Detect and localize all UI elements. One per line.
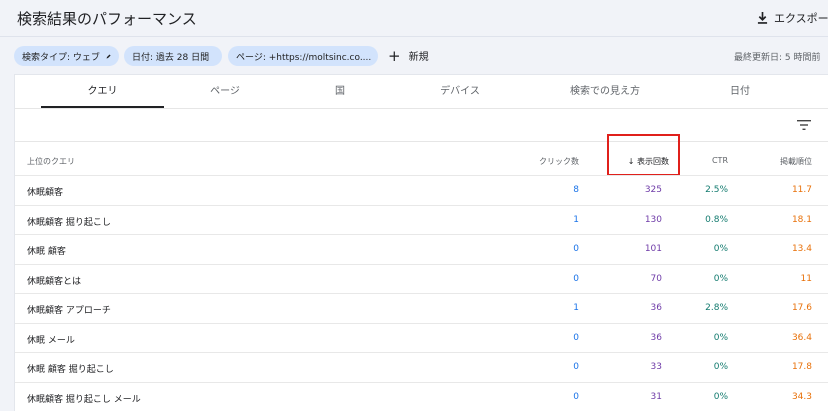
chip-label: 検索タイプ: ウェブ — [22, 50, 100, 63]
query-cell: 休眠顧客 アプローチ — [27, 303, 111, 316]
ctr-cell: 0% — [714, 333, 728, 343]
position-cell: 11 — [801, 274, 812, 284]
filter-chip-search-type[interactable]: 検索タイプ: ウェブ — [14, 46, 119, 66]
column-header-position[interactable]: 掲載順位 — [780, 156, 812, 167]
column-header-query[interactable]: 上位のクエリ — [27, 156, 75, 167]
tab-countries[interactable]: 国 — [315, 82, 365, 97]
page-title: 検索結果のパフォーマンス — [17, 8, 197, 29]
query-cell: 休眠顧客 — [27, 185, 63, 198]
query-cell: 休眠顧客 掘り起こし メール — [27, 392, 141, 405]
table-row[interactable]: 休眠顧客 アプローチ 1 36 2.8% 17.6 — [15, 293, 828, 323]
add-filter-label: 新規 — [409, 48, 429, 63]
results-card: クエリ ページ 国 デバイス 検索での見え方 日付 上位のクエリ クリック数 ↓… — [14, 74, 828, 411]
query-cell: 休眠顧客 掘り起こし — [27, 215, 111, 228]
export-button[interactable]: エクスポート — [757, 10, 828, 26]
position-cell: 13.4 — [792, 244, 812, 254]
ctr-cell: 2.5% — [705, 185, 728, 195]
table-row[interactable]: 休眠 顧客 掘り起こし 0 33 0% 17.8 — [15, 352, 828, 382]
query-cell: 休眠顧客とは — [27, 274, 81, 287]
tab-search-appearance[interactable]: 検索での見え方 — [555, 82, 655, 97]
table-row[interactable]: 休眠顧客 8 325 2.5% 11.7 — [15, 175, 828, 205]
ctr-cell: 0% — [714, 244, 728, 254]
position-cell: 17.8 — [792, 362, 812, 372]
clicks-cell: 0 — [573, 362, 579, 372]
impressions-cell: 130 — [645, 215, 662, 225]
clicks-cell: 0 — [573, 274, 579, 284]
query-cell: 休眠 メール — [27, 333, 75, 346]
ctr-cell: 0% — [714, 274, 728, 284]
clicks-cell: 0 — [573, 333, 579, 343]
filter-chip-date[interactable]: 日付: 過去 28 日間 — [124, 46, 222, 66]
table-row[interactable]: 休眠 顧客 0 101 0% 13.4 — [15, 234, 828, 264]
tab-pages[interactable]: ページ — [175, 82, 275, 97]
filter-rows-icon[interactable] — [797, 120, 811, 130]
tab-queries[interactable]: クエリ — [41, 82, 164, 97]
impressions-cell: 70 — [651, 274, 662, 284]
export-label: エクスポート — [774, 10, 828, 26]
clicks-cell: 1 — [573, 215, 579, 225]
filter-chip-page[interactable]: ページ: +https://moltsinc.co.... — [228, 46, 378, 66]
ctr-cell: 0% — [714, 362, 728, 372]
plus-icon: + — [388, 50, 401, 62]
position-cell: 11.7 — [792, 185, 812, 195]
download-icon — [757, 12, 768, 24]
table-row[interactable]: 休眠顧客 掘り起こし 1 130 0.8% 18.1 — [15, 205, 828, 235]
header-divider — [0, 36, 828, 37]
tab-devices[interactable]: デバイス — [420, 82, 500, 97]
tabs-divider — [15, 108, 828, 109]
position-cell: 34.3 — [792, 392, 812, 402]
pencil-icon[interactable] — [106, 52, 111, 61]
clicks-cell: 0 — [573, 392, 579, 402]
position-cell: 36.4 — [792, 333, 812, 343]
clicks-cell: 0 — [573, 244, 579, 254]
table-row[interactable]: 休眠顧客 掘り起こし メール 0 31 0% 34.3 — [15, 382, 828, 411]
query-cell: 休眠 顧客 掘り起こし — [27, 362, 114, 375]
last-updated: 最終更新日: 5 時間前 — [734, 50, 820, 63]
table-row[interactable]: 休眠顧客とは 0 70 0% 11 — [15, 264, 828, 294]
table-top-divider — [15, 141, 828, 142]
ctr-cell: 0.8% — [705, 215, 728, 225]
impressions-cell: 33 — [651, 362, 662, 372]
position-cell: 18.1 — [792, 215, 812, 225]
column-header-ctr[interactable]: CTR — [712, 156, 728, 165]
impressions-cell: 101 — [645, 244, 662, 254]
ctr-cell: 0% — [714, 392, 728, 402]
add-filter-button[interactable]: + 新規 — [388, 48, 429, 63]
results-table-body: 休眠顧客83252.5%11.7 休眠顧客 掘り起こし11300.8%18.1 … — [15, 175, 828, 411]
table-row[interactable]: 休眠 メール 0 36 0% 36.4 — [15, 323, 828, 353]
impressions-cell: 36 — [651, 333, 662, 343]
position-cell: 17.6 — [792, 303, 812, 313]
impressions-cell: 36 — [651, 303, 662, 313]
impressions-cell: 325 — [645, 185, 662, 195]
ctr-cell: 2.8% — [705, 303, 728, 313]
chip-label: ページ: +https://moltsinc.co.... — [236, 50, 371, 63]
impressions-cell: 31 — [651, 392, 662, 402]
tab-dates[interactable]: 日付 — [715, 82, 765, 97]
highlight-box — [607, 134, 680, 176]
clicks-cell: 8 — [573, 185, 579, 195]
chip-label: 日付: 過去 28 日間 — [132, 50, 209, 63]
query-cell: 休眠 顧客 — [27, 244, 66, 257]
clicks-cell: 1 — [573, 303, 579, 313]
column-header-clicks[interactable]: クリック数 — [539, 156, 579, 167]
